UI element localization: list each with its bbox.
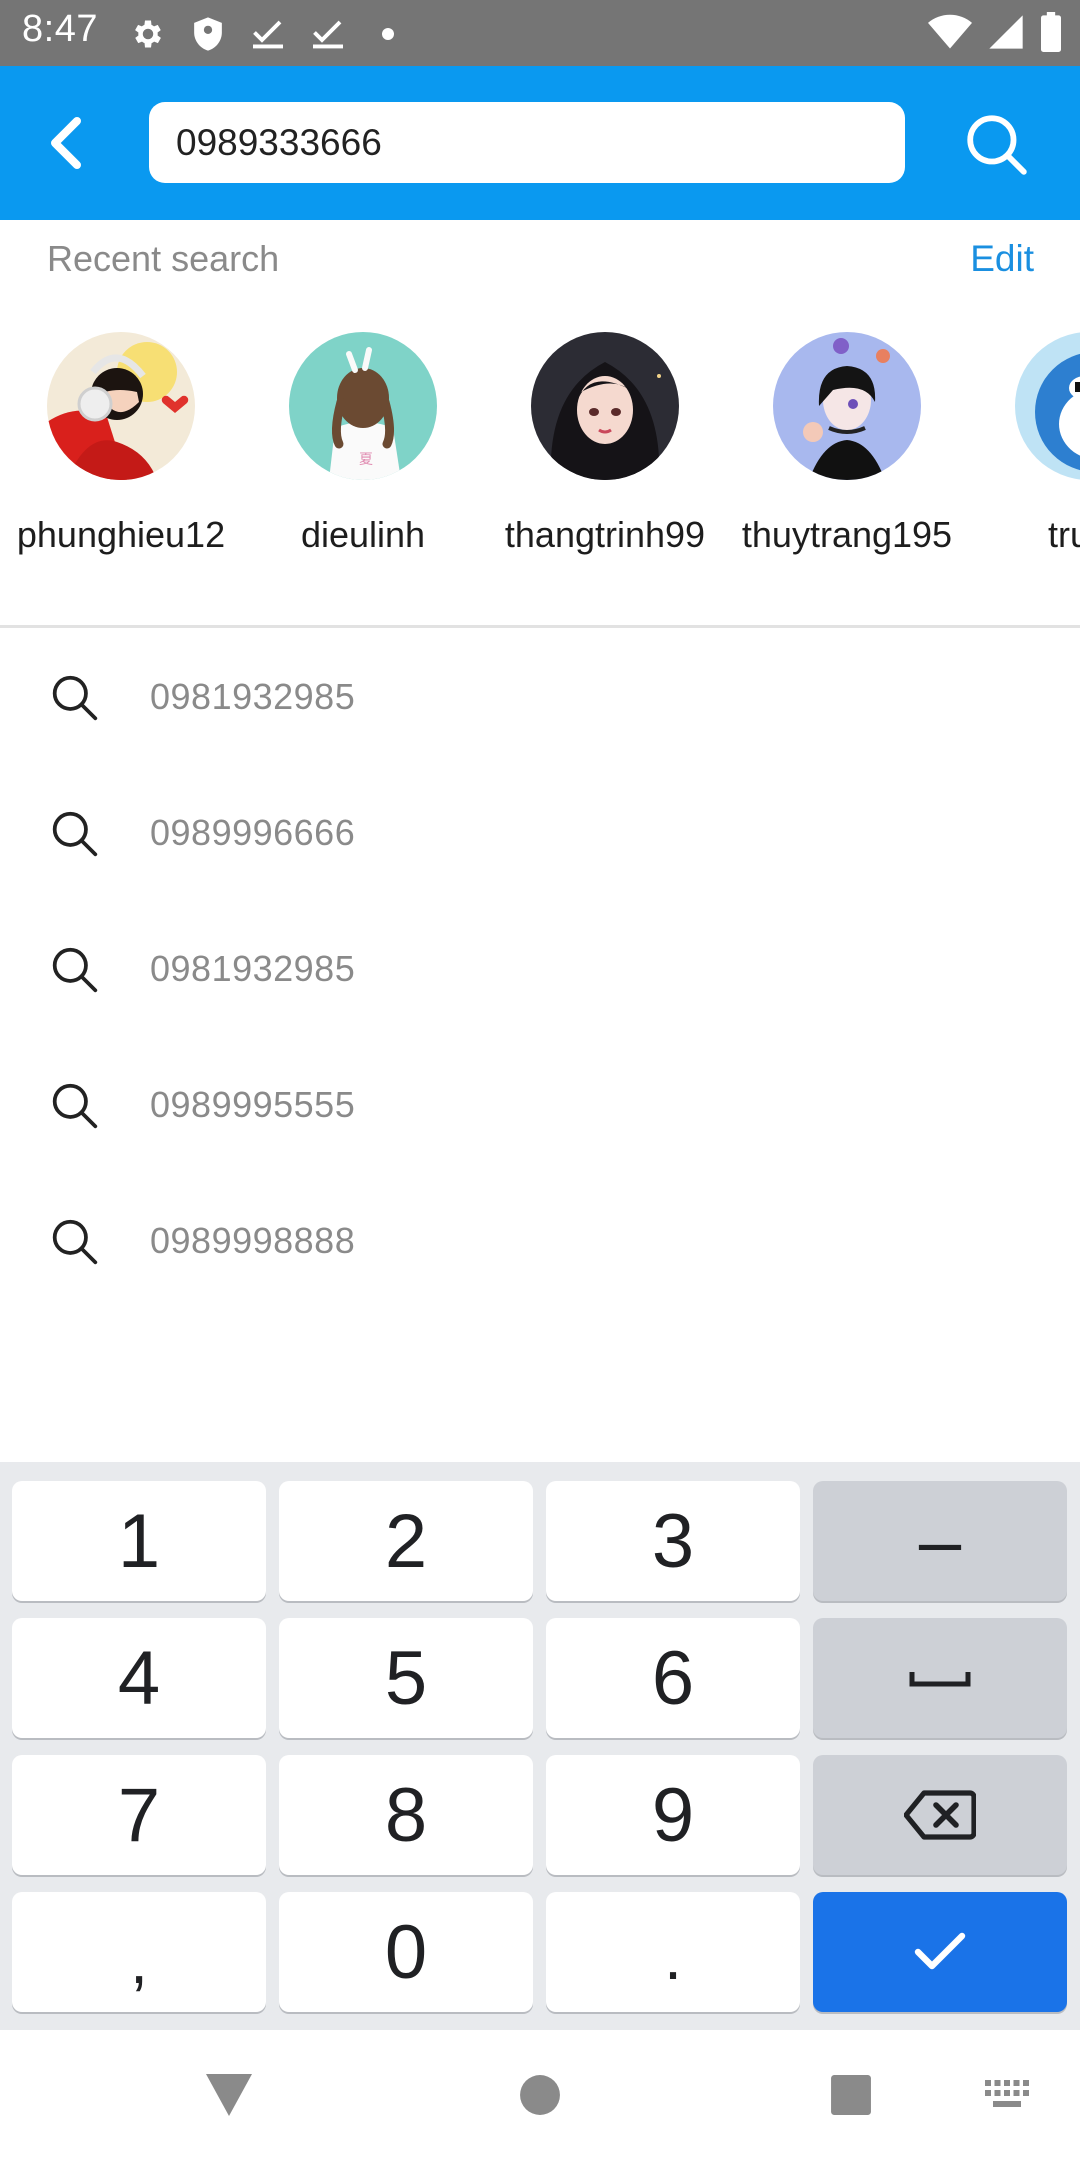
history-item[interactable]: 0989996666	[0, 766, 1080, 902]
nav-home-button[interactable]	[505, 2060, 575, 2130]
battery-icon	[1040, 12, 1062, 57]
recent-user-name: thangtrinh99	[504, 514, 706, 555]
key-backspace[interactable]	[813, 1755, 1067, 1875]
status-time: 8:47	[22, 8, 98, 50]
history-item[interactable]: 0981932985	[0, 902, 1080, 1038]
avatar	[1015, 332, 1080, 480]
history-query: 0989998888	[150, 1220, 356, 1261]
screen: 8:47 0989333666 Recent search Edit phung…	[0, 0, 1080, 2160]
key-0[interactable]: 0	[279, 1892, 533, 2012]
search-icon	[52, 675, 98, 721]
key-7[interactable]: 7	[12, 1755, 266, 1875]
recent-user-name: thuytrang195	[741, 514, 953, 555]
search-button[interactable]	[958, 106, 1034, 182]
checkmark-icon	[914, 1932, 966, 1970]
key-period[interactable]: .	[546, 1892, 800, 2012]
divider	[0, 625, 1080, 628]
keyboard-icon	[985, 2080, 1029, 2107]
search-icon	[967, 115, 1027, 175]
history-query: 0981932985	[150, 676, 356, 717]
key-done[interactable]	[813, 1892, 1067, 2012]
key-4[interactable]: 4	[12, 1618, 266, 1738]
key-5[interactable]: 5	[279, 1618, 533, 1738]
navigation-bar	[0, 2030, 1080, 2160]
key-2[interactable]: 2	[279, 1481, 533, 1601]
history-query: 0981932985	[150, 948, 356, 989]
avatar: 夏	[289, 332, 437, 480]
recent-user-name: truon	[1047, 514, 1080, 555]
key-space[interactable]	[813, 1618, 1067, 1738]
avatar	[531, 332, 679, 480]
dot-icon	[366, 12, 410, 56]
key-3[interactable]: 3	[546, 1481, 800, 1601]
history-item[interactable]: 0989995555	[0, 1038, 1080, 1174]
back-chevron-icon	[51, 117, 81, 169]
recent-user-item[interactable]: truon	[969, 332, 1080, 558]
edit-button[interactable]: Edit	[970, 238, 1034, 280]
recent-users-row: phunghieu12 夏 dieulinh thangtrinh99 thuy…	[0, 332, 1080, 622]
search-history-list: 0981932985 0989996666 0981932985 0989995…	[0, 630, 1080, 1310]
search-input-value: 0989333666	[176, 121, 382, 163]
history-item[interactable]: 0989998888	[0, 1174, 1080, 1310]
recent-search-title: Recent search	[47, 238, 280, 279]
key-comma[interactable]: ,	[12, 1892, 266, 2012]
search-icon	[52, 1083, 98, 1129]
home-circle-icon	[520, 2075, 560, 2115]
signal-icon	[986, 12, 1026, 57]
key-dash[interactable]: –	[813, 1481, 1067, 1601]
svg-text:夏: 夏	[359, 452, 373, 468]
search-icon	[52, 1219, 98, 1265]
key-8[interactable]: 8	[279, 1755, 533, 1875]
wifi-icon	[928, 13, 972, 56]
status-bar: 8:47	[0, 0, 1080, 66]
status-icons-right	[928, 12, 1062, 57]
recent-user-item[interactable]: thangtrinh99	[485, 332, 725, 558]
history-item[interactable]: 0981932985	[0, 630, 1080, 766]
search-icon	[52, 811, 98, 857]
back-button[interactable]	[30, 108, 100, 178]
key-1[interactable]: 1	[12, 1481, 266, 1601]
nav-back-button[interactable]	[194, 2060, 264, 2130]
avatar	[47, 332, 195, 480]
numeric-keyboard: 1 2 3 – 4 5 6 7 8 9 , 0 .	[0, 1462, 1080, 2030]
search-icon	[52, 947, 98, 993]
avatar	[773, 332, 921, 480]
back-triangle-icon	[206, 2074, 252, 2116]
app-bar: 0989333666	[0, 66, 1080, 220]
nav-recents-button[interactable]	[816, 2060, 886, 2130]
check-icon	[246, 12, 290, 56]
search-input[interactable]: 0989333666	[149, 102, 905, 183]
recent-user-name: dieulinh	[300, 514, 426, 555]
history-query: 0989996666	[150, 812, 356, 853]
recent-user-item[interactable]: 夏 dieulinh	[243, 332, 483, 558]
recent-user-item[interactable]: thuytrang195	[727, 332, 967, 558]
history-query: 0989995555	[150, 1084, 356, 1125]
nav-keyboard-button[interactable]	[972, 2060, 1042, 2130]
shield-icon	[186, 12, 230, 56]
backspace-icon	[904, 1790, 976, 1840]
check-icon	[306, 12, 350, 56]
space-icon	[909, 1672, 971, 1687]
recent-user-item[interactable]: phunghieu12	[1, 332, 241, 558]
recent-user-name: phunghieu12	[16, 514, 226, 555]
key-9[interactable]: 9	[546, 1755, 800, 1875]
recents-square-icon	[831, 2075, 871, 2115]
gear-icon	[126, 12, 170, 56]
status-icons-left	[126, 12, 410, 56]
key-6[interactable]: 6	[546, 1618, 800, 1738]
